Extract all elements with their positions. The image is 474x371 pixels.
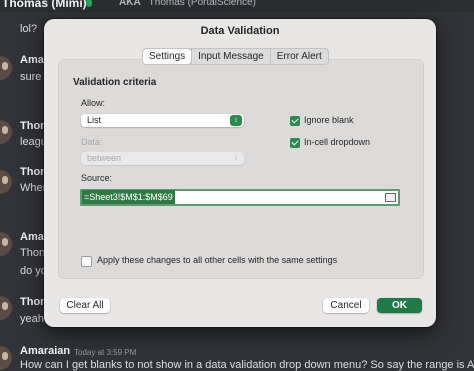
header-username[interactable]: Thomas (Mimi) bbox=[2, 0, 87, 10]
in-cell-dropdown-checkbox[interactable] bbox=[290, 138, 300, 148]
select-stepper-icon: ↕ bbox=[230, 115, 242, 126]
online-status-icon bbox=[86, 0, 92, 7]
dialog-title: Data Validation bbox=[200, 25, 280, 37]
avatar[interactable] bbox=[0, 296, 12, 320]
settings-panel: Validation criteria Allow: List ↕ Data: … bbox=[58, 59, 424, 279]
avatar[interactable] bbox=[0, 56, 12, 80]
apply-to-all-checkbox[interactable] bbox=[81, 256, 92, 267]
data-label: Data: bbox=[81, 137, 103, 147]
tab-error-alert[interactable]: Error Alert bbox=[269, 49, 328, 64]
tab-input-message[interactable]: Input Message bbox=[191, 49, 270, 64]
in-cell-dropdown-label: In-cell dropdown bbox=[304, 137, 371, 147]
allow-select[interactable]: List ↕ bbox=[81, 114, 244, 127]
validation-criteria-heading: Validation criteria bbox=[73, 77, 157, 88]
avatar[interactable] bbox=[0, 232, 12, 256]
allow-label: Allow: bbox=[81, 98, 106, 108]
aka-value: Thomas (PortalScience) bbox=[148, 0, 256, 8]
message-text: lol? bbox=[20, 23, 38, 35]
data-validation-dialog: Data Validation Validation criteria Allo… bbox=[44, 19, 436, 327]
ignore-blank-label: Ignore blank bbox=[304, 115, 354, 125]
data-select[interactable]: between ↕ bbox=[81, 152, 244, 165]
cancel-button[interactable]: Cancel bbox=[323, 298, 369, 313]
ignore-blank-checkbox[interactable] bbox=[290, 116, 300, 126]
tab-bar: Settings Input Message Error Alert bbox=[142, 48, 329, 65]
aka-label: AKA Thomas (PortalScience) bbox=[119, 0, 256, 8]
message-text: yeah bbox=[20, 313, 44, 325]
allow-select-value: List bbox=[87, 115, 102, 125]
select-stepper-icon: ↕ bbox=[234, 155, 238, 162]
clear-all-button[interactable]: Clear All bbox=[60, 298, 110, 313]
message-text: sure bbox=[20, 71, 42, 83]
source-label: Source: bbox=[81, 173, 113, 183]
source-input-value: =Sheet3!$M$1:$M$69 bbox=[82, 190, 175, 204]
tab-settings[interactable]: Settings bbox=[143, 49, 192, 64]
discord-header: Thomas (Mimi) AKA Thomas (PortalScience) bbox=[0, 0, 474, 12]
avatar[interactable] bbox=[0, 120, 12, 144]
ok-button[interactable]: OK bbox=[377, 298, 422, 313]
source-input[interactable]: =Sheet3!$M$1:$M$69 bbox=[80, 189, 400, 206]
avatar[interactable] bbox=[0, 346, 12, 370]
message-text: Thon bbox=[20, 247, 46, 259]
message-author[interactable]: Amaraian bbox=[20, 345, 70, 357]
apply-to-all-label: Apply these changes to all other cells w… bbox=[97, 255, 338, 265]
message-text: do yo bbox=[20, 265, 47, 277]
data-select-value: between bbox=[87, 153, 122, 163]
collapse-dialog-icon[interactable] bbox=[385, 193, 396, 202]
message-text: How can I get blanks to not show in a da… bbox=[20, 359, 474, 371]
message-timestamp: Today at 3:59 PM bbox=[74, 348, 137, 357]
avatar[interactable] bbox=[0, 170, 12, 194]
